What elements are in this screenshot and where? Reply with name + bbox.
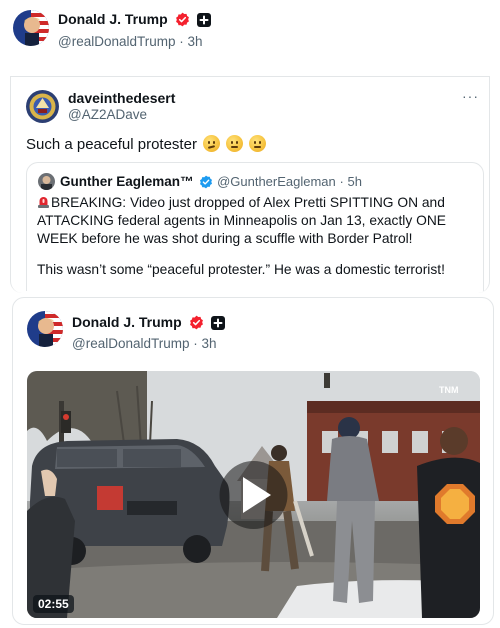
author-handle[interactable]: @realDonaldTrump (58, 34, 176, 49)
repost-author-name[interactable]: daveinthedesert (68, 90, 175, 106)
repost-text: Such a peaceful protester (26, 136, 197, 153)
video-player[interactable]: TNM 02:55 (27, 371, 480, 618)
top-post-author-row: Donald J. Trump (58, 11, 211, 29)
embedded-author-row: Donald J. Trump (72, 314, 225, 332)
verified-badge-icon (200, 176, 213, 189)
quoted-author-row: Gunther Eagleman™ @GuntherEagleman · 5h (60, 174, 362, 189)
quoted-post-time[interactable]: · 5h (340, 174, 362, 189)
quoted-author-handle[interactable]: @GuntherEagleman (217, 174, 336, 189)
siren-icon (38, 197, 49, 208)
verified-badge-icon (190, 315, 204, 330)
embedded-post-time[interactable]: · 3h (193, 336, 216, 351)
video-watermark: TNM (439, 385, 459, 395)
author-name[interactable]: Donald J. Trump (58, 11, 168, 27)
embedded-author-handle[interactable]: @realDonaldTrump (72, 336, 190, 351)
rolling-eyes-face-icon (249, 135, 267, 152)
thinking-face-icon (203, 135, 221, 152)
top-post-header (13, 10, 49, 46)
gunther-avatar[interactable] (38, 173, 55, 190)
embedded-author-name[interactable]: Donald J. Trump (72, 314, 182, 330)
post-time[interactable]: · 3h (179, 34, 202, 49)
rolling-eyes-face-icon (226, 135, 244, 152)
quoted-paragraph-1: BREAKING: Video just dropped of Alex Pre… (37, 194, 473, 248)
top-post-handle-row: @realDonaldTrump · 3h (58, 34, 203, 49)
video-duration: 02:55 (33, 595, 74, 613)
quoted-text-2: This wasn’t some “peaceful protester.” H… (37, 262, 445, 277)
verified-badge-icon (176, 12, 190, 27)
repost-author-handle[interactable]: @AZ2ADave (68, 107, 147, 122)
quoted-author-name[interactable]: Gunther Eagleman™ (60, 174, 194, 189)
trump-avatar[interactable] (27, 311, 63, 347)
more-options-icon[interactable]: ··· (462, 88, 479, 104)
repost-text-row: Such a peaceful protester (26, 135, 267, 154)
plus-badge-icon (196, 12, 211, 27)
video-frame: TNM (27, 371, 480, 618)
quoted-text-1: BREAKING: Video just dropped of Alex Pre… (37, 195, 446, 246)
dave-avatar[interactable] (26, 90, 59, 123)
embedded-handle-row: @realDonaldTrump · 3h (72, 336, 217, 351)
plus-badge-icon (210, 315, 225, 330)
trump-avatar[interactable] (13, 10, 49, 46)
